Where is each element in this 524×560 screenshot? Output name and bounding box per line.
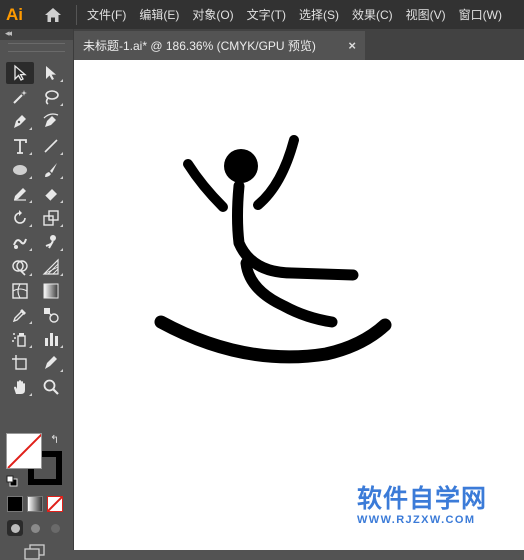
menu-edit[interactable]: 编辑(E) — [139, 6, 179, 23]
none-mode-button[interactable] — [47, 496, 63, 512]
curvature-tool-icon[interactable] — [37, 110, 65, 132]
tools-panel: ◂◂ ↰ — [0, 28, 74, 560]
eraser-tool-icon[interactable] — [37, 183, 65, 205]
artboard-canvas[interactable]: 软件自学网 WWW.RJZXW.COM — [74, 60, 524, 550]
figure-left-arm — [183, 159, 228, 212]
zoom-tool-icon[interactable] — [37, 376, 65, 398]
draw-behind-icon[interactable] — [27, 520, 43, 536]
document-tab-title: 未标题-1.ai* @ 186.36% (CMYK/GPU 预览) — [83, 39, 316, 53]
menu-effect[interactable]: 效果(C) — [352, 6, 393, 23]
menu-view[interactable]: 视图(V) — [406, 6, 446, 23]
eyedropper-tool-icon[interactable] — [6, 304, 34, 326]
lasso-tool-icon[interactable] — [37, 86, 65, 108]
menu-type[interactable]: 文字(T) — [247, 6, 286, 23]
figure-head — [224, 149, 258, 183]
watermark: 软件自学网 WWW.RJZXW.COM — [357, 485, 517, 527]
menu-file[interactable]: 文件(F) — [87, 6, 126, 23]
direct-selection-tool-icon[interactable] — [37, 62, 65, 84]
column-graph-tool-icon[interactable] — [37, 328, 65, 350]
close-icon[interactable]: × — [348, 38, 356, 53]
gradient-mode-button[interactable] — [27, 496, 43, 512]
perspective-grid-tool-icon[interactable] — [37, 256, 65, 278]
pen-tool-icon[interactable] — [6, 110, 34, 132]
rotate-tool-icon[interactable] — [6, 207, 34, 229]
type-tool-icon[interactable] — [6, 135, 34, 157]
figure-right-arm — [253, 135, 299, 210]
menu-separator — [76, 4, 77, 25]
fill-swatch[interactable] — [6, 433, 42, 469]
ellipse-tool-icon[interactable] — [6, 159, 34, 181]
paintbrush-tool-icon[interactable] — [37, 159, 65, 181]
watermark-title: 软件自学网 — [357, 485, 488, 513]
figure-body-upper — [232, 180, 359, 281]
symbol-sprayer-tool-icon[interactable] — [6, 328, 34, 350]
mesh-tool-icon[interactable] — [6, 280, 34, 302]
shape-builder-tool-icon[interactable] — [6, 256, 34, 278]
swap-fill-stroke-icon[interactable]: ↰ — [50, 433, 59, 446]
stick-figure-artwork[interactable] — [74, 60, 524, 550]
color-mode-button[interactable] — [7, 496, 23, 512]
gradient-tool-icon[interactable] — [37, 280, 65, 302]
puppet-warp-tool-icon[interactable] — [37, 231, 65, 253]
document-tab-bar: 未标题-1.ai* @ 186.36% (CMYK/GPU 预览) × — [74, 29, 524, 60]
color-mode-buttons — [7, 496, 63, 512]
blend-tool-icon[interactable] — [37, 304, 65, 326]
magic-wand-tool-icon[interactable] — [6, 86, 34, 108]
slice-tool-icon[interactable] — [37, 352, 65, 374]
fill-stroke-widget: ↰ — [6, 433, 66, 491]
app-logo: Ai — [6, 4, 23, 24]
panel-grip[interactable] — [8, 43, 65, 52]
line-segment-tool-icon[interactable] — [37, 135, 65, 157]
tool-grid — [6, 62, 68, 401]
default-fill-stroke-icon[interactable] — [6, 475, 18, 487]
watermark-url: WWW.RJZXW.COM — [357, 514, 476, 526]
figure-base-stroke — [154, 315, 392, 364]
tools-panel-header: ◂◂ — [0, 28, 73, 40]
screen-mode-icon[interactable] — [24, 544, 46, 560]
home-icon[interactable] — [42, 5, 64, 25]
menu-bar: Ai 文件(F) 编辑(E) 对象(O) 文字(T) 选择(S) 效果(C) 视… — [0, 0, 524, 29]
draw-mode-buttons — [7, 520, 63, 536]
selection-tool-icon[interactable] — [6, 62, 34, 84]
artboard-tool-icon[interactable] — [6, 352, 34, 374]
draw-normal-icon[interactable] — [7, 520, 23, 536]
draw-inside-icon[interactable] — [47, 520, 63, 536]
pencil-tool-icon[interactable] — [6, 183, 34, 205]
warp-tool-icon[interactable] — [6, 231, 34, 253]
collapse-panel-icon[interactable]: ◂◂ — [5, 28, 12, 39]
menu-select[interactable]: 选择(S) — [299, 6, 339, 23]
hand-tool-icon[interactable] — [6, 376, 34, 398]
menu-window[interactable]: 窗口(W) — [459, 6, 502, 23]
menu-object[interactable]: 对象(O) — [192, 6, 233, 23]
scale-tool-icon[interactable] — [37, 207, 65, 229]
document-tab[interactable]: 未标题-1.ai* @ 186.36% (CMYK/GPU 预览) × — [74, 31, 365, 60]
